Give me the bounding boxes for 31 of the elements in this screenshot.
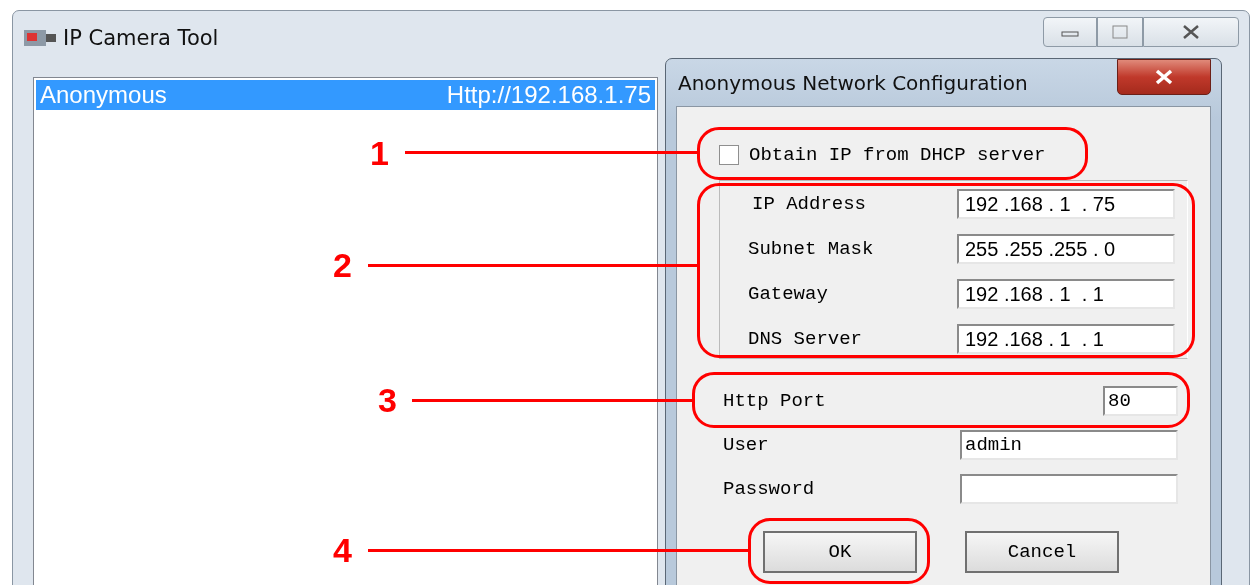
callout-number: 4 (333, 533, 352, 567)
dhcp-label: Obtain IP from DHCP server (749, 144, 1046, 166)
field-label: IP Address (752, 193, 867, 215)
field-label: User (723, 434, 769, 456)
close-icon (1182, 24, 1200, 40)
field-label: Password (723, 478, 815, 500)
callout-number: 2 (333, 248, 352, 282)
cancel-button[interactable]: Cancel (965, 531, 1119, 573)
field-label: Subnet Mask (748, 238, 874, 260)
field-label: DNS Server (748, 328, 863, 350)
callout-number: 3 (378, 383, 397, 417)
maximize-button[interactable] (1097, 17, 1143, 47)
close-button[interactable] (1143, 17, 1239, 47)
ok-button[interactable]: OK (763, 531, 917, 573)
user-field[interactable]: admin (960, 430, 1178, 460)
close-button[interactable] (1117, 59, 1211, 95)
window-title: IP Camera Tool (63, 26, 219, 50)
password-field[interactable] (960, 474, 1178, 504)
dhcp-checkbox[interactable] (719, 145, 739, 165)
maximize-icon (1112, 25, 1128, 39)
field-label: Gateway (748, 283, 828, 305)
ip-address-field[interactable]: 192 .168 . 1 . 75 (957, 189, 1175, 219)
minimize-button[interactable] (1043, 17, 1097, 47)
field-label: Http Port (723, 390, 826, 412)
callout-number: 1 (370, 136, 389, 170)
dialog-title: Anonymous Network Configuration (678, 70, 1028, 95)
port-field[interactable]: 80 (1103, 386, 1178, 416)
ip-address-field[interactable]: 255 .255 .255 . 0 (957, 234, 1175, 264)
ip-address-field[interactable]: 192 .168 . 1 . 1 (957, 324, 1175, 354)
close-icon (1154, 69, 1174, 85)
ip-address-field[interactable]: 192 .168 . 1 . 1 (957, 279, 1175, 309)
